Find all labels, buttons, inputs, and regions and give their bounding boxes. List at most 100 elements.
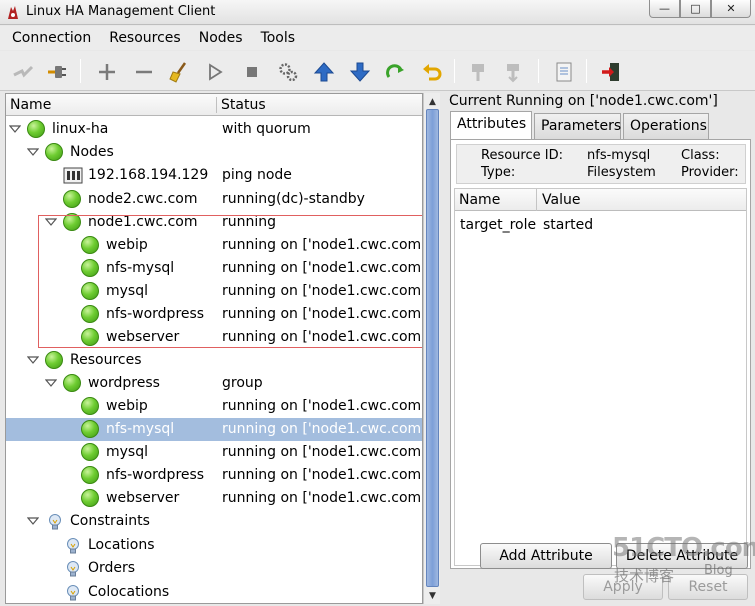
green-dot-shape [45,143,63,161]
expand-triangle-icon[interactable] [27,355,39,365]
menu-nodes[interactable]: Nodes [190,28,252,48]
green-dot-shape [81,489,99,507]
tab-operations[interactable]: Operations [623,113,709,140]
attr-name-cell: target_role [460,217,537,233]
gears-icon[interactable] [275,59,301,85]
green-dot-shape [81,466,99,484]
green-status-icon [81,397,101,417]
scroll-up-icon[interactable]: ▲ [426,95,439,108]
remove-icon[interactable] [131,59,157,85]
disconnect-icon[interactable] [10,59,36,85]
ping-node-icon-glyph [63,167,83,184]
resource-id-label: Resource ID: [481,148,563,163]
green-status-icon [45,143,65,163]
toolbar [0,51,755,91]
green-dot-shape [81,420,99,438]
green-status-icon [45,351,65,371]
type-value: Filesystem [587,165,656,180]
class-label: Class: [681,148,720,163]
tree-row[interactable]: nfs-mysql running on ['node1.cwc.com'] [6,418,422,441]
scroll-thumb[interactable] [426,109,439,587]
tree-row-label: Locations [88,537,155,553]
tree-row[interactable]: webip running on ['node1.cwc.com'] [6,395,422,418]
stop-icon[interactable] [239,59,265,85]
menu-connection[interactable]: Connection [3,28,100,48]
attr-value-cell: started [543,217,594,233]
move-up-icon[interactable] [311,59,337,85]
tree-row[interactable]: webserver running on ['node1.cwc.com'] [6,487,422,510]
green-status-icon [81,443,101,463]
attr-name-header[interactable]: Name [459,192,500,208]
attributes-table: Name Value target_role started [454,188,747,566]
green-dot-shape [81,397,99,415]
connect-icon[interactable] [44,59,70,85]
menu-tools[interactable]: Tools [252,28,305,48]
tree-column-header: Name Status [6,94,422,116]
column-status-header[interactable]: Status [221,97,266,113]
column-divider [216,97,217,113]
tree-row-status: ping node [222,167,292,183]
green-status-icon [63,374,83,394]
tree-row[interactable]: Locations [6,534,422,557]
active-icon[interactable] [500,59,526,85]
move-down-icon[interactable] [347,59,373,85]
menu-resources[interactable]: Resources [100,28,190,48]
apply-button[interactable]: Apply [583,574,663,600]
tree-row-status: running on ['node1.cwc.com'] [222,467,423,483]
column-name-header[interactable]: Name [10,97,51,113]
expand-triangle-icon[interactable] [27,516,39,526]
tree-row[interactable]: linux-ha with quorum [6,118,422,141]
refresh-icon[interactable] [382,59,408,85]
tree-row-label: Constraints [70,513,150,529]
delete-attribute-button[interactable]: Delete Attribute [616,543,748,569]
toolbar-separator [586,59,587,83]
expand-triangle-icon[interactable] [45,378,57,388]
green-status-icon [81,466,101,486]
tree-row[interactable]: Constraints [6,510,422,533]
tree-row[interactable]: Colocations [6,581,422,603]
tree-row-label: 192.168.194.129 [88,167,209,183]
close-button[interactable]: ✕ [711,0,751,18]
reset-button[interactable]: Reset [668,574,748,600]
window-title: Linux HA Management Client [26,4,216,19]
expand-triangle-icon[interactable] [9,124,21,134]
tree-row[interactable]: Nodes [6,141,422,164]
green-dot-shape [27,120,45,138]
tree-row-label: nfs-wordpress [106,467,205,483]
start-icon[interactable] [202,59,228,85]
green-status-icon [63,190,83,210]
green-dot-shape [45,351,63,369]
attr-value-header[interactable]: Value [542,192,580,208]
minimize-button[interactable]: — [649,0,680,18]
tree-row-status: running on ['node1.cwc.com'] [222,421,423,437]
tab-parameters[interactable]: Parameters [534,113,621,140]
add-attribute-button[interactable]: Add Attribute [480,543,612,569]
tree-row-label: node2.cwc.com [88,191,198,207]
lightbulb-icon-glyph [49,514,61,530]
tab-attributes[interactable]: Attributes [450,111,532,139]
tree-vertical-scrollbar[interactable]: ▲ ▼ [423,93,440,604]
tree-row[interactable]: Orders [6,557,422,580]
tree-row[interactable]: nfs-wordpress running on ['node1.cwc.com'… [6,464,422,487]
tree-row-status: running on ['node1.cwc.com'] [222,444,423,460]
cleanup-broom-icon[interactable] [166,59,192,85]
maximize-button[interactable]: □ [680,0,711,18]
add-icon[interactable] [94,59,120,85]
expand-triangle-icon[interactable] [27,147,39,157]
tree-row-label: webip [106,398,148,414]
tree-row[interactable]: 192.168.194.129 ping node [6,164,422,187]
tree-row-label: Nodes [70,144,114,160]
scroll-down-icon[interactable]: ▼ [426,589,439,602]
view-document-icon[interactable] [551,59,577,85]
standby-icon[interactable] [465,59,491,85]
resource-tree-panel: Name Status linux-ha with quorum Nodes 192.… [5,93,423,604]
undo-icon[interactable] [419,59,445,85]
lightbulb-icon [45,512,65,532]
green-dot-shape [81,443,99,461]
tree-row[interactable]: Resources [6,349,422,372]
exit-icon[interactable] [598,59,624,85]
tree-row[interactable]: wordpress group [6,372,422,395]
tree-row[interactable]: node2.cwc.com running(dc)-standby [6,188,422,211]
tree-row[interactable]: mysql running on ['node1.cwc.com'] [6,441,422,464]
tree-row-label: Colocations [88,584,170,600]
